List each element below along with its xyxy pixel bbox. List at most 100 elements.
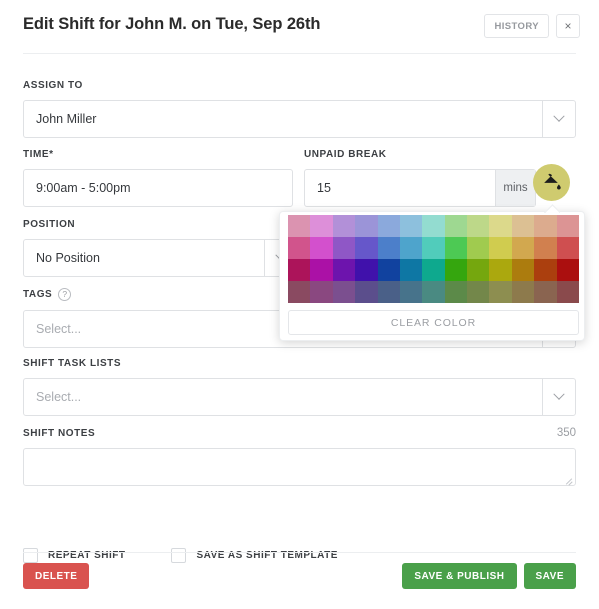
color-swatch-r2-c9[interactable] [467, 237, 490, 259]
time-field-group: TIME* 9:00am - 5:00pm [23, 149, 293, 207]
resize-handle-icon[interactable] [564, 475, 573, 486]
unpaid-break-input[interactable]: 15 mins [304, 169, 536, 207]
checkbox-box [171, 548, 187, 563]
color-swatch-r4-c2[interactable] [310, 281, 333, 303]
color-swatch-r2-c11[interactable] [511, 237, 535, 259]
footer-divider [23, 552, 576, 553]
color-swatch-r2-c10[interactable] [489, 237, 512, 259]
color-swatch-r4-c13[interactable] [556, 281, 579, 303]
shift-task-lists-select[interactable]: Select... [23, 378, 576, 416]
shift-task-lists-label: SHIFT TASK LISTS [23, 358, 122, 369]
color-swatch-r3-c8[interactable] [444, 259, 468, 281]
delete-button[interactable]: DELETE [23, 563, 90, 589]
shift-task-lists-field-group: SHIFT TASK LISTS Select... [23, 358, 576, 416]
color-swatch-r2-c4[interactable] [355, 237, 378, 259]
chevron-glyph [553, 388, 565, 400]
color-swatch-grid [288, 215, 579, 303]
save-and-publish-button[interactable]: SAVE & PUBLISH [402, 563, 517, 589]
color-swatch-r4-c8[interactable] [444, 281, 468, 303]
color-swatch-r3-c12[interactable] [534, 259, 557, 281]
color-swatch-r4-c1[interactable] [288, 281, 311, 303]
shift-notes-textarea[interactable] [23, 448, 576, 486]
color-swatch-r1-c6[interactable] [399, 215, 423, 237]
close-icon[interactable]: × [556, 14, 580, 38]
position-label: POSITION [23, 219, 76, 230]
color-swatch-r4-c9[interactable] [467, 281, 490, 303]
color-swatch-r1-c3[interactable] [332, 215, 356, 237]
color-swatch-r1-c7[interactable] [422, 215, 445, 237]
color-swatch-r4-c12[interactable] [534, 281, 557, 303]
save-as-template-checkbox[interactable]: SAVE AS SHIFT TEMPLATE [171, 548, 337, 563]
repeat-shift-checkbox[interactable]: REPEAT SHIFT [23, 548, 125, 563]
shift-notes-label: SHIFT NOTES [23, 428, 96, 439]
color-swatch-r1-c12[interactable] [534, 215, 557, 237]
color-swatch-r1-c5[interactable] [377, 215, 400, 237]
color-swatch-r3-c3[interactable] [332, 259, 356, 281]
color-swatch-r3-c1[interactable] [288, 259, 311, 281]
color-swatch-r1-c8[interactable] [444, 215, 468, 237]
time-label: TIME* [23, 149, 54, 160]
color-swatch-r4-c10[interactable] [489, 281, 512, 303]
footer-primary-actions: SAVE & PUBLISH SAVE [402, 563, 576, 589]
page-title: Edit Shift for John M. on Tue, Sep 26th [23, 15, 321, 33]
history-button[interactable]: HISTORY [484, 14, 549, 38]
chevron-down-icon[interactable] [542, 101, 575, 137]
color-swatch-r1-c1[interactable] [288, 215, 311, 237]
color-swatch-r1-c4[interactable] [355, 215, 378, 237]
color-swatch-r4-c11[interactable] [511, 281, 535, 303]
color-swatch-r2-c3[interactable] [332, 237, 356, 259]
color-swatch-r4-c4[interactable] [355, 281, 378, 303]
color-picker-trigger[interactable] [533, 164, 570, 201]
time-value: 9:00am - 5:00pm [36, 181, 131, 195]
color-swatch-r2-c5[interactable] [377, 237, 400, 259]
color-swatch-r3-c13[interactable] [556, 259, 579, 281]
color-swatch-r2-c1[interactable] [288, 237, 311, 259]
color-swatch-r1-c13[interactable] [556, 215, 579, 237]
chevron-down-icon[interactable] [542, 379, 575, 415]
help-icon[interactable]: ? [58, 288, 72, 301]
unpaid-break-value: 15 [317, 181, 331, 195]
color-swatch-r3-c2[interactable] [310, 259, 333, 281]
edit-shift-modal: Edit Shift for John M. on Tue, Sep 26th … [0, 0, 599, 609]
color-swatch-r1-c10[interactable] [489, 215, 512, 237]
position-value: No Position [36, 251, 100, 265]
color-swatch-r3-c7[interactable] [422, 259, 445, 281]
char-count: 350 [556, 427, 576, 439]
color-swatch-r2-c7[interactable] [422, 237, 445, 259]
unpaid-break-label: UNPAID BREAK [304, 149, 387, 160]
shift-notes-field-group: SHIFT NOTES 350 [23, 427, 576, 486]
position-field-group: POSITION No Position [23, 219, 298, 277]
color-swatch-r3-c9[interactable] [467, 259, 490, 281]
color-swatch-r3-c6[interactable] [399, 259, 423, 281]
header-divider [23, 53, 576, 54]
tags-label: TAGS [23, 289, 53, 300]
color-swatch-r2-c12[interactable] [534, 237, 557, 259]
clear-color-button[interactable]: CLEAR COLOR [288, 310, 579, 335]
color-swatch-r1-c2[interactable] [310, 215, 333, 237]
save-button[interactable]: SAVE [523, 563, 576, 589]
time-input[interactable]: 9:00am - 5:00pm [23, 169, 293, 207]
color-swatch-r4-c6[interactable] [399, 281, 423, 303]
color-swatch-r3-c4[interactable] [355, 259, 378, 281]
color-swatch-r2-c13[interactable] [556, 237, 579, 259]
unpaid-break-field-group: UNPAID BREAK 15 mins [304, 149, 536, 207]
assign-to-field-group: ASSIGN TO John Miller [23, 80, 576, 138]
header-actions: HISTORY × [484, 14, 580, 38]
color-swatch-r3-c10[interactable] [489, 259, 512, 281]
popup-arrow [544, 204, 560, 213]
color-swatch-r2-c2[interactable] [310, 237, 333, 259]
position-select[interactable]: No Position [23, 239, 298, 277]
color-swatch-r1-c9[interactable] [467, 215, 490, 237]
color-swatch-r4-c5[interactable] [377, 281, 400, 303]
unpaid-break-suffix: mins [495, 170, 535, 206]
paint-bucket-icon [544, 173, 561, 190]
color-swatch-r1-c11[interactable] [511, 215, 535, 237]
color-swatch-r4-c7[interactable] [422, 281, 445, 303]
color-swatch-r2-c8[interactable] [444, 237, 468, 259]
color-swatch-r4-c3[interactable] [332, 281, 356, 303]
color-swatch-r3-c5[interactable] [377, 259, 400, 281]
assign-to-select[interactable]: John Miller [23, 100, 576, 138]
color-swatch-r3-c11[interactable] [511, 259, 535, 281]
color-swatch-r2-c6[interactable] [399, 237, 423, 259]
chevron-glyph [553, 110, 565, 122]
